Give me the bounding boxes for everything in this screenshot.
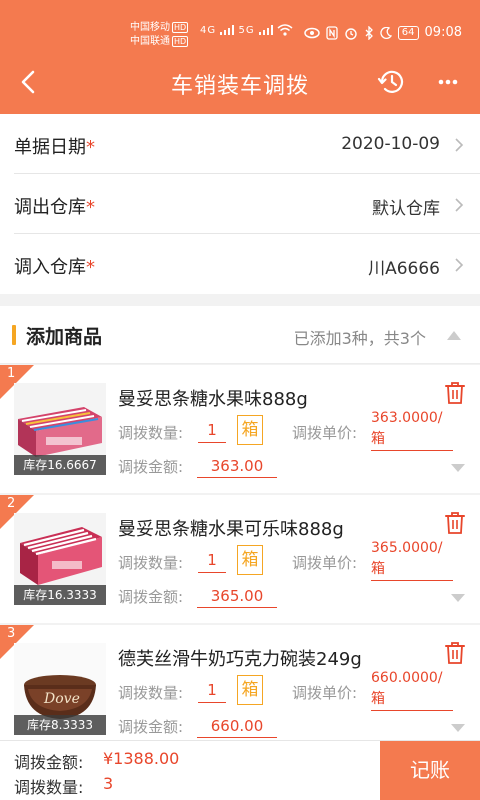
- field-label: 单据日期*: [14, 137, 95, 158]
- more-dots-icon[interactable]: [432, 66, 464, 98]
- delete-trash-icon[interactable]: [444, 641, 466, 665]
- delete-trash-icon[interactable]: [444, 511, 466, 535]
- qty-label: 调拨数量:: [118, 554, 184, 572]
- field-label: 调出仓库*: [14, 197, 95, 218]
- amount-input[interactable]: 365.00: [197, 587, 277, 608]
- chevron-right-icon: [455, 258, 464, 272]
- carrier-1: 中国移动: [130, 22, 170, 33]
- chevron-right-icon: [455, 198, 464, 212]
- section-summary: 已添加3种，共3个: [293, 329, 426, 348]
- unit-selector[interactable]: 箱: [237, 415, 263, 445]
- signal-4g-icon: 4G: [200, 25, 217, 36]
- qty-input[interactable]: 1: [198, 551, 226, 573]
- price-input[interactable]: 363.0000/箱: [371, 408, 453, 451]
- qty-input[interactable]: 1: [198, 681, 226, 703]
- index-number: 2: [7, 496, 16, 511]
- amount-label: 调拨金额:: [118, 458, 184, 476]
- carrier-2: 中国联通: [130, 36, 170, 47]
- index-number: 3: [7, 626, 16, 641]
- out-warehouse-field[interactable]: 调出仓库* 默认仓库: [14, 174, 480, 234]
- unit-selector[interactable]: 箱: [237, 675, 263, 705]
- stock-label: 库存8.3333: [14, 715, 106, 735]
- signal-bars-icon: [258, 25, 273, 35]
- expand-triangle-icon[interactable]: [450, 723, 466, 733]
- section-accent-bar: [12, 325, 16, 345]
- product-name: 曼妥思条糖水果味888g: [118, 389, 308, 410]
- total-qty-value: 3: [103, 774, 114, 793]
- signal-icons: 4G 5G: [200, 24, 293, 36]
- collapse-triangle-icon[interactable]: [446, 329, 462, 341]
- status-time: 09:08: [424, 25, 462, 40]
- signal-bars-icon: [220, 25, 235, 35]
- date-value: 2020-10-09: [341, 134, 440, 154]
- price-label: 调拨单价:: [292, 554, 358, 572]
- product-card: 2 库存16.3333 曼妥思条糖水果可乐味888g 调拨数量: 1 箱 调拨单…: [0, 495, 480, 623]
- price-input[interactable]: 660.0000/箱: [371, 668, 453, 711]
- battery-icon: 64: [397, 25, 419, 40]
- carrier-info: 中国移动 HD 中国联通 HD: [130, 21, 189, 49]
- alarm-icon: [345, 27, 357, 40]
- submit-button[interactable]: 记账: [380, 741, 480, 800]
- required-mark: *: [86, 257, 95, 278]
- moon-icon: [380, 26, 392, 39]
- page-title: 车销装车调拨: [170, 74, 309, 99]
- svg-text:Dove: Dove: [43, 691, 80, 707]
- product-card: 3 Dove 库存8.3333 德芙丝滑牛奶巧克力碗装249g 调拨数量: 1 …: [0, 625, 480, 753]
- in-warehouse-value: 川A6666: [368, 259, 440, 279]
- qty-input[interactable]: 1: [198, 421, 226, 443]
- total-amount-label: 调拨金额:: [14, 753, 84, 772]
- price-label: 调拨单价:: [292, 684, 358, 702]
- required-mark: *: [86, 197, 95, 218]
- signal-5g-icon: 5G: [238, 25, 255, 36]
- in-warehouse-field[interactable]: 调入仓库* 川A6666: [14, 234, 480, 294]
- expand-triangle-icon[interactable]: [450, 463, 466, 473]
- product-card: 1 库存16.6667 曼妥思条糖水果味888g 调拨数量: 1 箱 调拨单价:…: [0, 365, 480, 493]
- history-clock-icon[interactable]: [376, 66, 408, 98]
- hd-badge: HD: [172, 22, 189, 33]
- footer-bar: 调拨金额: ¥1388.00 调拨数量: 3 记账: [0, 740, 480, 800]
- products-section-header: 添加商品 已添加3种，共3个: [0, 306, 480, 364]
- status-bar: 中国移动 HD 中国联通 HD 4G 5G 64 09:08: [0, 0, 480, 50]
- qty-label: 调拨数量:: [118, 684, 184, 702]
- field-label: 调入仓库*: [14, 257, 95, 278]
- stock-label: 库存16.3333: [14, 585, 106, 605]
- bluetooth-icon: [365, 25, 373, 40]
- date-field[interactable]: 单据日期* 2020-10-09: [14, 114, 480, 174]
- amount-label: 调拨金额:: [118, 588, 184, 606]
- delete-trash-icon[interactable]: [444, 381, 466, 405]
- status-right: 64 09:08: [304, 25, 462, 40]
- stock-label: 库存16.6667: [14, 455, 106, 475]
- product-name: 德芙丝滑牛奶巧克力碗装249g: [118, 649, 362, 670]
- nav-bar: 车销装车调拨: [0, 50, 480, 114]
- eye-icon: [304, 27, 320, 38]
- out-warehouse-value: 默认仓库: [372, 199, 440, 219]
- wifi-icon: [277, 24, 293, 36]
- amount-label: 调拨金额:: [118, 718, 184, 736]
- product-name: 曼妥思条糖水果可乐味888g: [118, 519, 344, 540]
- expand-triangle-icon[interactable]: [450, 593, 466, 603]
- total-amount-value: ¥1388.00: [103, 749, 180, 768]
- required-mark: *: [86, 137, 95, 158]
- nfc-icon: [326, 25, 338, 40]
- section-title: 添加商品: [26, 326, 103, 348]
- amount-input[interactable]: 363.00: [197, 457, 277, 478]
- header-form: 单据日期* 2020-10-09 调出仓库* 默认仓库 调入仓库* 川A6666: [0, 114, 480, 294]
- hd-badge: HD: [172, 36, 189, 47]
- index-number: 1: [7, 366, 16, 381]
- qty-label: 调拨数量:: [118, 424, 184, 442]
- chevron-right-icon: [455, 138, 464, 152]
- amount-input[interactable]: 660.00: [197, 717, 277, 738]
- unit-selector[interactable]: 箱: [237, 545, 263, 575]
- total-qty-label: 调拨数量:: [14, 778, 84, 797]
- price-label: 调拨单价:: [292, 424, 358, 442]
- price-input[interactable]: 365.0000/箱: [371, 538, 453, 581]
